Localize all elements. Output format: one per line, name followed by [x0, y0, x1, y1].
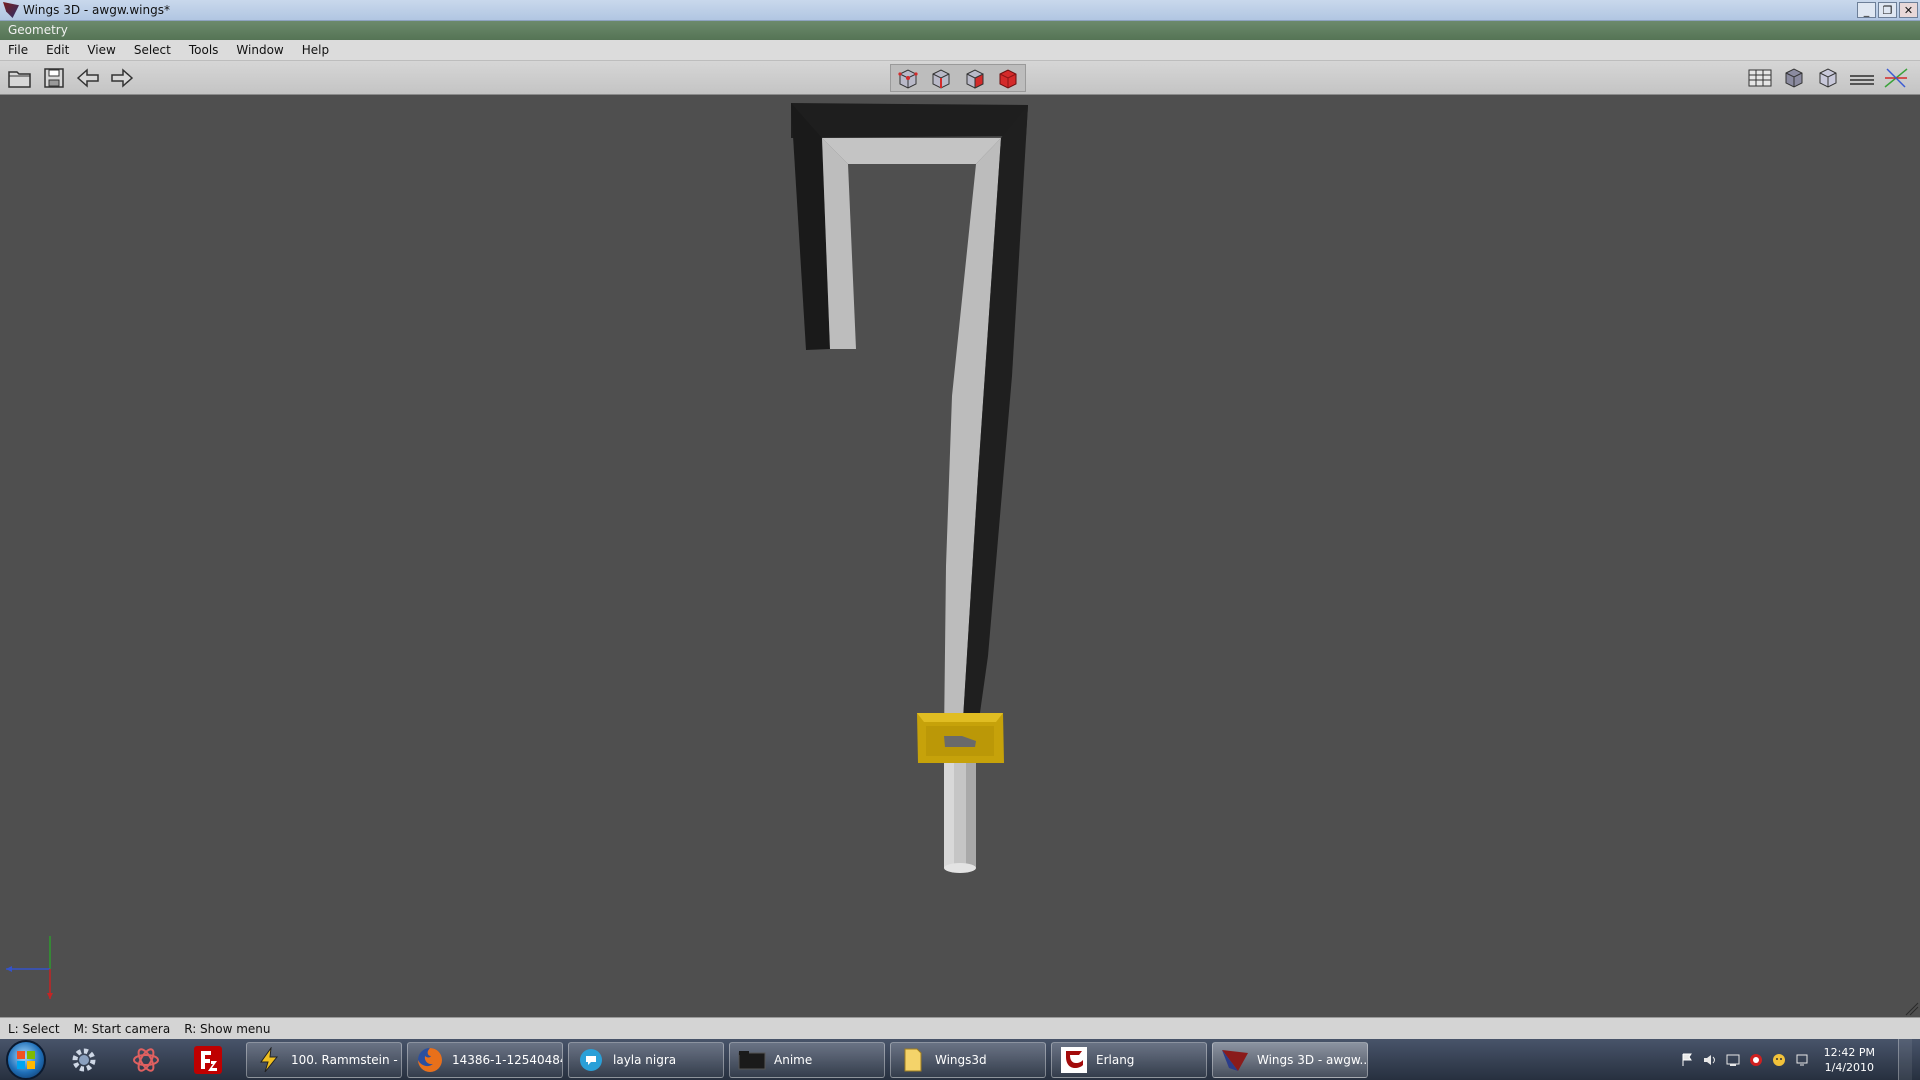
antivirus-icon[interactable]	[1749, 1053, 1763, 1067]
messenger-icon[interactable]	[1772, 1053, 1786, 1067]
taskbar-item-anime[interactable]: Anime	[729, 1041, 885, 1078]
folder-icon	[899, 1046, 927, 1074]
vertex-mode-icon[interactable]	[894, 66, 922, 91]
chat-icon	[577, 1046, 605, 1074]
resize-grip-icon[interactable]	[1905, 1002, 1919, 1016]
menu-edit[interactable]: Edit	[38, 43, 79, 57]
menu-view[interactable]: View	[79, 43, 125, 57]
clock-date: 1/4/2010	[1824, 1060, 1875, 1074]
taskbar-item-label: Erlang	[1096, 1052, 1135, 1067]
close-button[interactable]: ✕	[1899, 2, 1918, 18]
wings3d-app-icon	[3, 2, 19, 18]
axes-icon[interactable]	[1882, 65, 1910, 91]
taskbar-item-label: 14386-1-12540484...	[452, 1052, 562, 1067]
taskbar-item-wings3d[interactable]: Wings 3D - awgw....	[1212, 1041, 1368, 1078]
erlang-icon	[1060, 1046, 1088, 1074]
status-left-hint: L: Select	[8, 1021, 60, 1036]
window-title: Wings 3D - awgw.wings*	[23, 3, 170, 17]
sword-model[interactable]	[791, 103, 1028, 873]
toolbar	[0, 61, 1920, 95]
taskbar-item-label: Wings3d	[935, 1052, 987, 1067]
taskbar-item-erlang[interactable]: Erlang	[1051, 1041, 1207, 1078]
geometry-window-label: Geometry	[0, 21, 1920, 40]
status-middle-hint: M: Start camera	[73, 1021, 171, 1036]
status-bar: L: Select M: Start camera R: Show menu	[0, 1017, 1920, 1039]
axis-gizmo	[6, 936, 53, 999]
ground-plane-icon[interactable]	[1848, 65, 1876, 91]
display-icon[interactable]	[1795, 1053, 1809, 1067]
taskbar-item-winamp[interactable]: 100. Rammstein - ...	[246, 1041, 402, 1078]
system-clock[interactable]: 12:42 PM 1/4/2010	[1824, 1045, 1875, 1075]
taskbar-item-firefox[interactable]: 14386-1-12540484...	[407, 1041, 563, 1078]
face-mode-icon[interactable]	[961, 66, 989, 91]
clock-time: 12:42 PM	[1823, 1045, 1875, 1059]
menu-window[interactable]: Window	[228, 43, 293, 57]
settings-gear-icon[interactable]	[60, 1041, 108, 1079]
taskbar-item-label: 100. Rammstein - ...	[291, 1052, 402, 1067]
status-right-hint: R: Show menu	[184, 1021, 271, 1036]
wireframe-cube-icon[interactable]	[1814, 65, 1842, 91]
firefox-icon	[416, 1046, 444, 1074]
3d-viewport[interactable]	[0, 96, 1920, 1017]
menu-bar: File Edit View Select Tools Window Help	[0, 40, 1920, 61]
taskbar-item-chat[interactable]: layla nigra	[568, 1041, 724, 1078]
selection-mode-group	[890, 64, 1026, 92]
menu-file[interactable]: File	[0, 43, 38, 57]
grid-view-icon[interactable]	[1746, 65, 1774, 91]
atom-app-icon[interactable]	[122, 1041, 170, 1079]
menu-select[interactable]: Select	[126, 43, 181, 57]
menu-tools[interactable]: Tools	[181, 43, 229, 57]
filezilla-icon[interactable]	[184, 1041, 232, 1079]
minimize-button[interactable]: _	[1857, 2, 1876, 18]
taskbar-item-label: layla nigra	[613, 1052, 677, 1067]
window-titlebar: Wings 3D - awgw.wings* _ ❐ ✕	[0, 0, 1920, 21]
edge-mode-icon[interactable]	[928, 66, 956, 91]
undo-arrow-icon[interactable]	[74, 65, 102, 91]
action-center-flag-icon[interactable]	[1680, 1053, 1694, 1067]
maximize-button[interactable]: ❐	[1878, 2, 1897, 18]
show-desktop-button[interactable]	[1898, 1039, 1912, 1080]
open-folder-icon[interactable]	[6, 65, 34, 91]
windows-taskbar: 100. Rammstein - ... 14386-1-12540484...…	[0, 1039, 1920, 1080]
network-icon[interactable]	[1726, 1053, 1740, 1067]
folder-dark-icon	[738, 1046, 766, 1074]
taskbar-item-label: Wings 3D - awgw....	[1257, 1052, 1368, 1067]
menu-help[interactable]: Help	[294, 43, 339, 57]
body-mode-icon[interactable]	[995, 66, 1023, 91]
shaded-cube-icon[interactable]	[1780, 65, 1808, 91]
volume-icon[interactable]	[1703, 1053, 1717, 1067]
taskbar-item-wings3d-folder[interactable]: Wings3d	[890, 1041, 1046, 1078]
winamp-icon	[255, 1046, 283, 1074]
redo-arrow-icon[interactable]	[108, 65, 136, 91]
system-tray: 12:42 PM 1/4/2010	[1680, 1039, 1920, 1080]
taskbar-item-label: Anime	[774, 1052, 813, 1067]
save-disk-icon[interactable]	[40, 65, 68, 91]
wings3d-icon	[1221, 1046, 1249, 1074]
start-button[interactable]	[6, 1039, 46, 1080]
